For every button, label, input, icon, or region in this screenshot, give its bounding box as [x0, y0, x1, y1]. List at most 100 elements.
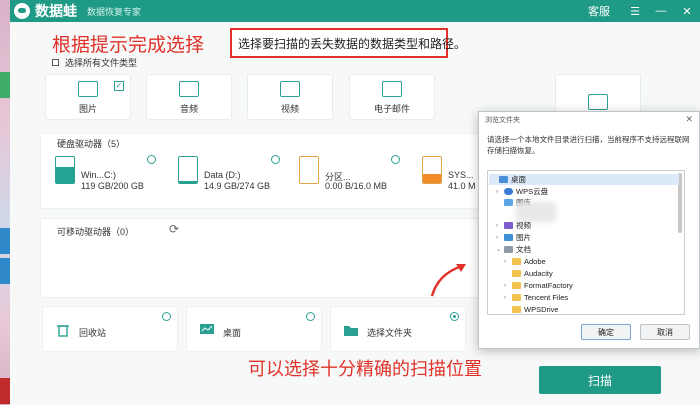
- tree-item-tencent-files[interactable]: › Tencent Files: [504, 292, 568, 303]
- gallery-icon: [504, 199, 513, 206]
- app-subtitle: 数据恢复专家: [87, 6, 142, 17]
- desktop-icon-blue: [0, 228, 10, 254]
- audio-icon: [179, 81, 199, 97]
- drive-icon: [55, 156, 75, 184]
- location-radio[interactable]: [162, 312, 171, 321]
- blurred-region: [516, 202, 556, 222]
- drive-d[interactable]: Data (D:) 14.9 GB/274 GB: [178, 150, 298, 196]
- cloud-icon: [504, 188, 513, 195]
- minimize-icon[interactable]: —: [648, 5, 674, 17]
- file-type-label: 音频: [179, 104, 198, 114]
- tree-item-video[interactable]: › 视频: [496, 220, 531, 231]
- tree-item-pictures[interactable]: › 图片: [496, 232, 531, 243]
- location-radio[interactable]: [306, 312, 315, 321]
- tree-label: 文档: [516, 245, 531, 254]
- drive-radio[interactable]: [391, 155, 400, 164]
- location-label: 桌面: [223, 328, 242, 338]
- scan-button[interactable]: 扫描: [539, 366, 661, 394]
- folder-icon: [512, 282, 521, 289]
- dialog-description: 请选择一个本地文件目录进行扫描，当前程序不支持远程联网存储扫描恢复。: [487, 135, 690, 155]
- checked-icon: ✓: [114, 81, 124, 91]
- drive-system[interactable]: SYS... 41.0 M: [422, 150, 482, 196]
- drive-radio[interactable]: [147, 155, 156, 164]
- close-icon[interactable]: ✕: [674, 5, 700, 18]
- document-icon: [504, 246, 513, 253]
- checkbox-icon: [52, 59, 59, 66]
- drive-size: 14.9 GB/274 GB: [204, 181, 271, 191]
- tree-label: 图片: [516, 233, 531, 242]
- file-type-label: 图片: [78, 104, 97, 114]
- location-label: 回收站: [79, 328, 107, 338]
- drive-name: Data (D:): [204, 170, 241, 180]
- location-recycle-bin[interactable]: 回收站: [42, 306, 178, 352]
- folder-icon: [512, 270, 521, 277]
- select-all-label: 选择所有文件类型: [65, 58, 138, 68]
- tree-label: Audacity: [524, 269, 553, 278]
- annotation-top-left: 根据提示完成选择: [52, 35, 205, 56]
- app-logo: 数据蛙 数据恢复专家: [14, 1, 141, 21]
- folder-icon: [512, 258, 521, 265]
- tree-item-desktop[interactable]: 桌面: [489, 174, 679, 185]
- tree-item-wps-cloud[interactable]: › WPS云盘: [496, 186, 548, 197]
- drive-size: 0.00 B/16.0 MB: [325, 181, 388, 191]
- drive-partition[interactable]: 分区... 0.00 B/16.0 MB: [299, 150, 400, 196]
- support-link[interactable]: 客服: [588, 3, 610, 19]
- tree-item-formatfactory[interactable]: › FormatFactory: [504, 280, 573, 291]
- tree-label: FormatFactory: [524, 281, 573, 290]
- dialog-ok-button[interactable]: 确定: [581, 324, 631, 340]
- video-icon: [504, 222, 513, 229]
- tree-item-documents[interactable]: ⌄ 文档: [496, 244, 531, 255]
- desktop-icon-red: [0, 378, 10, 404]
- tree-item-wpsdrive[interactable]: WPSDrive: [504, 304, 559, 314]
- folder-icon: [344, 326, 358, 336]
- file-type-label: 视频: [280, 104, 299, 114]
- hard-drives-title: 硬盘驱动器（5）: [57, 139, 126, 149]
- tree-label: 桌面: [511, 175, 526, 184]
- video-icon: [280, 81, 300, 97]
- tree-item-adobe[interactable]: › Adobe: [504, 256, 546, 267]
- drive-size: 41.0 M: [448, 181, 476, 191]
- drive-icon: [299, 156, 319, 184]
- location-radio-selected[interactable]: [450, 312, 459, 321]
- file-type-video[interactable]: 视频: [247, 74, 333, 120]
- select-all-checkbox[interactable]: 选择所有文件类型: [52, 56, 137, 69]
- tree-label: Adobe: [524, 257, 546, 266]
- title-bar: 数据蛙 数据恢复专家 客服 ☰ — ✕: [10, 0, 700, 22]
- desktop-icon-green: [0, 72, 10, 98]
- annotation-hint-box: 选择要扫描的丢失数据的数据类型和路径。: [230, 28, 466, 58]
- frog-logo-icon: [14, 3, 30, 19]
- folder-tree[interactable]: 桌面 › WPS云盘 图库 › 视频 › 图片 ⌄ 文档 › Adobe Au: [487, 170, 685, 315]
- desktop-icon-blue-2: [0, 258, 10, 284]
- drive-size: 119 GB/200 GB: [81, 181, 144, 191]
- image-icon: [78, 81, 98, 97]
- picture-icon: [504, 234, 513, 241]
- location-desktop[interactable]: 桌面: [186, 306, 322, 352]
- tree-label: Tencent Files: [524, 293, 569, 302]
- browse-folder-dialog: 浏览文件夹 ✕ 请选择一个本地文件目录进行扫描，当前程序不支持远程联网存储扫描恢…: [478, 111, 700, 349]
- refresh-icon[interactable]: ⟳: [169, 222, 179, 236]
- tree-label: 视频: [516, 221, 531, 230]
- desktop-background: [0, 0, 10, 405]
- desktop-icon: [499, 176, 508, 183]
- file-type-mail[interactable]: 电子邮件: [349, 74, 435, 120]
- dialog-title: 浏览文件夹: [485, 117, 520, 124]
- drive-c[interactable]: Win...C:) 119 GB/200 GB: [55, 150, 175, 196]
- folder-icon: [512, 294, 521, 301]
- file-type-audio[interactable]: 音频: [146, 74, 232, 120]
- removable-drives-title: 可移动驱动器（0）: [57, 227, 135, 237]
- dialog-cancel-button[interactable]: 取消: [640, 324, 690, 340]
- mail-icon: [382, 81, 402, 97]
- app-name: 数据蛙: [35, 3, 77, 19]
- grid-icon: [588, 94, 608, 110]
- location-select-folder[interactable]: 选择文件夹: [330, 306, 466, 352]
- menu-icon[interactable]: ☰: [622, 5, 648, 18]
- tree-item-audacity[interactable]: Audacity: [504, 268, 553, 279]
- desktop-icon: [200, 324, 214, 334]
- drive-radio[interactable]: [271, 155, 280, 164]
- tree-label: WPS云盘: [516, 187, 549, 196]
- dialog-close-icon[interactable]: ✕: [685, 114, 693, 125]
- annotation-hint-text: 选择要扫描的丢失数据的数据类型和路径。: [238, 36, 467, 51]
- file-type-image[interactable]: ✓ 图片: [45, 74, 131, 120]
- drive-icon: [178, 156, 198, 184]
- drive-name: Win...C:): [81, 170, 116, 180]
